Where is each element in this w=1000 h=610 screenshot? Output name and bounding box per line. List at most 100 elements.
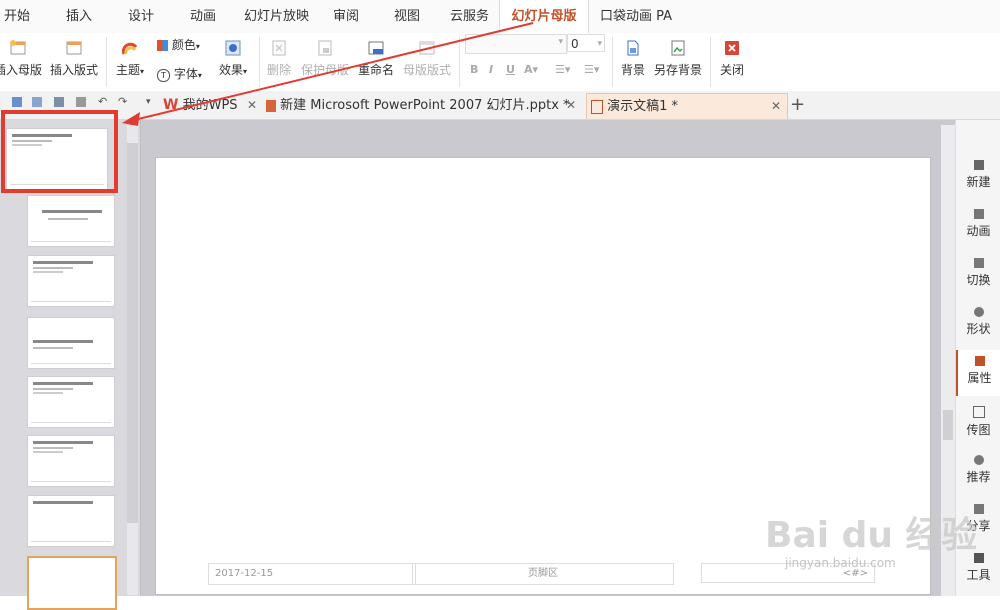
tab-review[interactable]: 审阅 (333, 0, 359, 33)
bold-button[interactable]: B (470, 63, 478, 76)
presentation-file-icon (591, 99, 603, 114)
close-tab-icon[interactable]: ✕ (566, 93, 576, 118)
annotation-highlight-box (1, 110, 118, 193)
ribbon-separator (710, 37, 711, 87)
date-text: 2017-12-15 (215, 568, 274, 579)
slide-thumbnail[interactable] (27, 376, 115, 428)
scrollbar-thumb[interactable] (943, 410, 953, 440)
number-list-button[interactable]: ☰▾ (584, 63, 599, 76)
sidebar-item-upload-image[interactable]: 传图 (956, 406, 1000, 438)
delete-icon (272, 40, 286, 56)
tab-slideshow[interactable]: 幻灯片放映 (244, 0, 309, 33)
bullet-list-button[interactable]: ☰▾ (555, 63, 570, 76)
doc-tab-label: 我的WPS (182, 98, 238, 113)
slide-thumbnail[interactable] (27, 435, 115, 487)
chevron-down-icon: ▾ (195, 42, 200, 51)
tab-view[interactable]: 视图 (394, 0, 420, 33)
sidebar-item-properties[interactable]: 属性 (956, 350, 1000, 396)
tab-cloud[interactable]: 云服务 (450, 0, 489, 33)
watermark-logo: Bai du 经验 (765, 515, 978, 556)
sidebar-item-recommend[interactable]: 推荐 (956, 455, 1000, 485)
rename-button[interactable]: 重命名 (356, 39, 396, 78)
slide-thumbnail[interactable] (27, 255, 115, 307)
sidebar-item-transition[interactable]: 切换 (956, 258, 1000, 288)
doc-tab-my-wps[interactable]: W 我的WPS ✕ (163, 93, 263, 118)
chevron-down-icon: ▾ (597, 39, 602, 49)
undo-icon[interactable]: ↶ (98, 96, 108, 107)
tab-design[interactable]: 设计 (128, 0, 154, 33)
font-size-select[interactable]: 0 ▾ (567, 34, 605, 52)
protect-master-button[interactable]: 保护母版 (298, 39, 352, 78)
tab-pocket-animation[interactable]: 口袋动画 PA (600, 0, 672, 33)
ribbon-separator (459, 37, 460, 87)
doc-tab-label: 演示文稿1 * (607, 99, 679, 114)
ribbon-separator (106, 37, 107, 87)
footer-placeholder[interactable]: 页脚区 (412, 563, 674, 585)
effect-icon (225, 40, 241, 56)
thumbnail-scrollbar[interactable] (127, 125, 138, 595)
export-icon[interactable] (32, 97, 42, 107)
shape-icon (973, 307, 984, 317)
insert-master-icon (10, 40, 26, 55)
save-background-button[interactable]: 另存背景 (652, 39, 704, 78)
font-button[interactable]: T 字体▾ (157, 65, 202, 82)
font-color-button[interactable]: A▾ (524, 63, 538, 76)
ribbon-separator (259, 37, 260, 87)
italic-button[interactable]: I (489, 63, 493, 76)
delete-button[interactable]: 删除 (262, 39, 296, 78)
menu-bar: 开始 插入 设计 动画 幻灯片放映 审阅 视图 云服务 幻灯片母版 口袋动画 P… (0, 0, 1000, 34)
font-name-select[interactable]: ▾ (465, 34, 567, 54)
close-master-button[interactable]: 关闭 (716, 39, 748, 78)
effect-button[interactable]: 效果▾ (213, 39, 253, 78)
insert-master-button[interactable]: 插入母版 (0, 39, 42, 78)
color-button[interactable]: 颜色▾ (157, 36, 200, 53)
tab-slide-master[interactable]: 幻灯片母版 (499, 0, 589, 34)
preview-icon[interactable] (76, 97, 86, 107)
theme-button[interactable]: 主题▾ (112, 39, 148, 78)
background-button[interactable]: 背景 (618, 39, 648, 78)
ppt-file-icon (266, 99, 276, 112)
slide-thumbnail[interactable] (27, 495, 115, 547)
font-icon: T (157, 69, 170, 82)
wps-logo-icon: W (163, 97, 179, 113)
baidu-watermark: Bai du 经验 jingyan.baidu.com (765, 488, 995, 588)
insert-layout-button[interactable]: 插入版式 (48, 39, 100, 78)
date-placeholder[interactable]: 2017-12-15 (208, 563, 416, 585)
scrollbar-thumb[interactable] (127, 143, 138, 523)
slide-thumbnail[interactable] (27, 195, 115, 247)
chevron-down-icon: ▾ (558, 37, 563, 47)
close-icon (725, 41, 739, 55)
rename-icon (368, 41, 384, 55)
theme-icon (121, 42, 138, 55)
new-doc-icon (973, 160, 984, 170)
tab-animation[interactable]: 动画 (190, 0, 216, 33)
doc-tab-presentation1[interactable]: 演示文稿1 * ✕ (586, 93, 788, 119)
slide-thumbnail-selected[interactable] (27, 556, 117, 610)
doc-tab-pptx[interactable]: 新建 Microsoft PowerPoint 2007 幻灯片.pptx * … (266, 93, 582, 118)
new-tab-plus-icon[interactable]: + (790, 94, 805, 115)
sidebar-item-shape[interactable]: 形状 (956, 307, 1000, 337)
master-layout-button[interactable]: 母版版式 (400, 39, 454, 78)
close-tab-icon[interactable]: ✕ (771, 94, 781, 119)
slide-thumbnail[interactable] (27, 317, 115, 369)
ribbon: 插入母版 插入版式 主题▾ 颜色▾ T 字体▾ 效果▾ 删除 保护母版 重命名 … (0, 33, 1000, 92)
animation-icon (973, 209, 984, 219)
insert-layout-icon (66, 41, 82, 55)
color-grid-icon (157, 40, 168, 51)
close-tab-icon[interactable]: ✕ (247, 93, 257, 118)
sidebar-item-animation[interactable]: 动画 (956, 209, 1000, 239)
watermark-url: jingyan.baidu.com (785, 556, 896, 570)
footer-text: 页脚区 (528, 568, 558, 579)
print-icon[interactable] (54, 97, 64, 107)
redo-icon[interactable]: ↷ (118, 96, 128, 107)
tab-home[interactable]: 开始 (4, 0, 30, 33)
properties-icon (974, 356, 985, 366)
tab-insert[interactable]: 插入 (66, 0, 92, 33)
recommend-icon (973, 455, 984, 465)
chevron-down-icon: ▾ (140, 67, 145, 76)
underline-button[interactable]: U (506, 63, 515, 76)
doc-tab-label: 新建 Microsoft PowerPoint 2007 幻灯片.pptx * (280, 98, 570, 113)
sidebar-item-new[interactable]: 新建 (956, 160, 1000, 190)
quick-access-menu-icon[interactable]: ▾ (146, 97, 156, 107)
save-icon[interactable] (12, 97, 22, 107)
